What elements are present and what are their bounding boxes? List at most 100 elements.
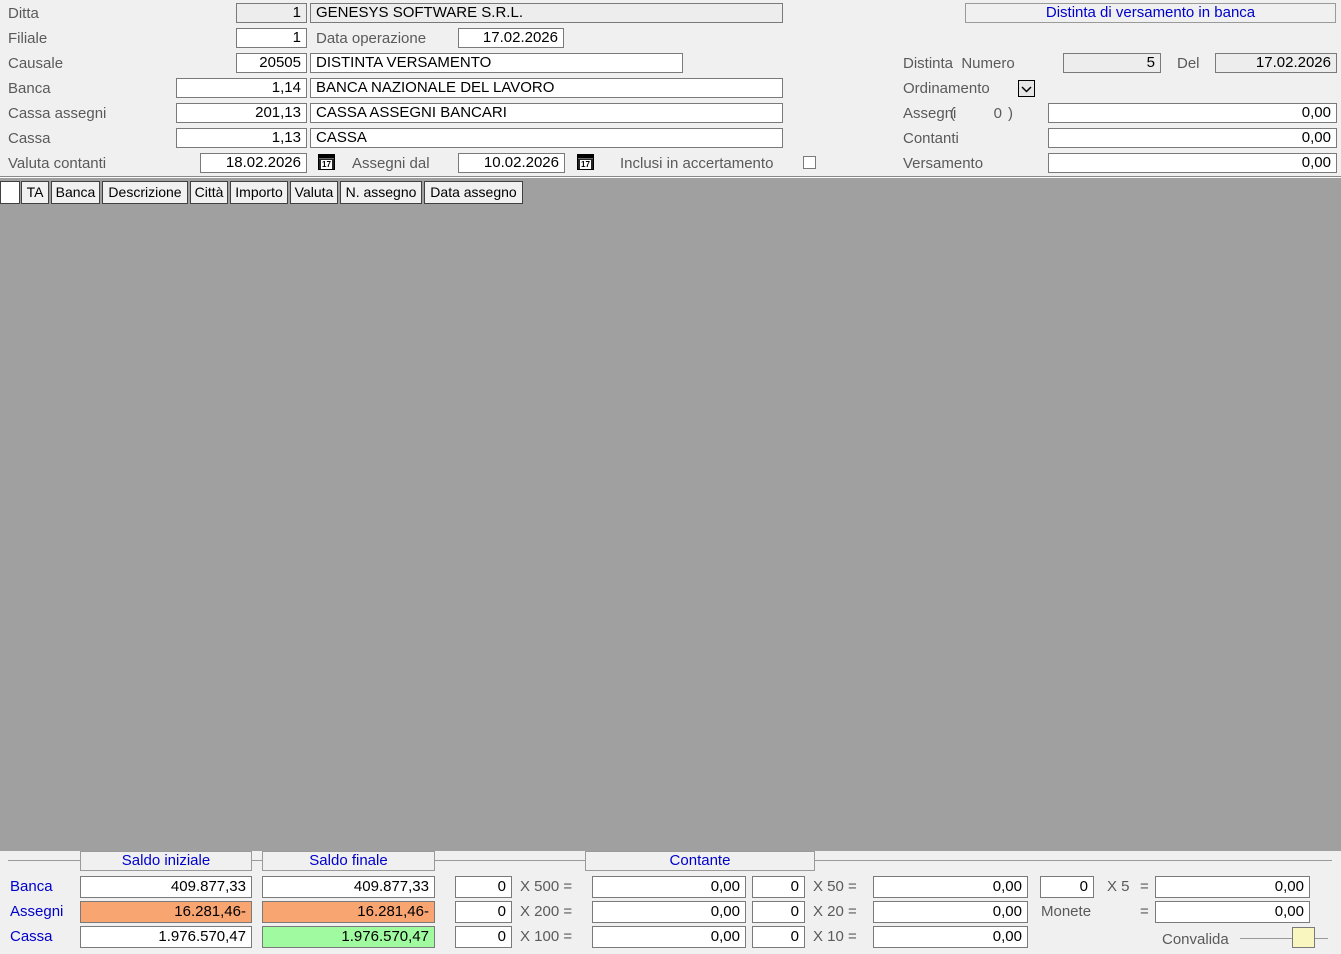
amount-field-50[interactable]: 0,00 (873, 876, 1028, 898)
convalida-line-right (1315, 938, 1328, 939)
convalida-line-left (1240, 938, 1292, 939)
amount-field-10[interactable]: 0,00 (873, 926, 1028, 948)
calendar-icon-top (578, 155, 593, 159)
denomination-label-10: X 10 = (813, 926, 857, 948)
cassa-label: Cassa (8, 129, 51, 149)
saldo-iniziale-cassa: 1.976.570,47 (80, 926, 252, 948)
saldo-row-label-cassa: Cassa (10, 926, 53, 948)
distinta-numero-field: 5 (1063, 53, 1161, 73)
filiale-code-field[interactable]: 1 (236, 28, 307, 48)
assegni-paren-open: ( (950, 104, 955, 124)
amount-field-100[interactable]: 0,00 (592, 926, 746, 948)
saldo-row-label-banca: Banca (10, 876, 53, 898)
data-operazione-field[interactable]: 17.02.2026 (458, 28, 564, 48)
monete-label: Monete (1041, 901, 1091, 923)
cassa-assegni-label: Cassa assegni (8, 104, 106, 124)
inclusi-accertamento-checkbox[interactable] (803, 156, 816, 169)
saldo-finale-header: Saldo finale (262, 851, 435, 871)
banca-name-field[interactable]: BANCA NAZIONALE DEL LAVORO (310, 78, 783, 98)
ditta-label: Ditta (8, 4, 39, 24)
distinta-numero-label: Distinta Numero (903, 54, 1015, 74)
saldo-finale-assegni: 16.281,46- (262, 901, 435, 923)
convalida-field[interactable] (1292, 927, 1315, 948)
amount-field-20[interactable]: 0,00 (873, 901, 1028, 923)
versamento-amount-field[interactable]: 0,00 (1048, 153, 1337, 173)
assegni-paren-close: ) (1008, 104, 1013, 124)
inclusi-accertamento-label: Inclusi in accertamento (620, 154, 773, 174)
count-field-100[interactable]: 0 (455, 926, 512, 948)
causale-code-field[interactable]: 20505 (236, 53, 307, 73)
calendar-icon-day: 17 (580, 160, 591, 169)
column-header-data-assegno[interactable]: Data assegno (424, 181, 523, 204)
amount-field-200[interactable]: 0,00 (592, 901, 746, 923)
valuta-contanti-date-field[interactable]: 18.02.2026 (200, 153, 307, 173)
count-field-200[interactable]: 0 (455, 901, 512, 923)
denomination-label-50: X 50 = (813, 876, 857, 898)
denomination-label-5: X 5 (1107, 876, 1130, 898)
saldo-finale-cassa: 1.976.570,47 (262, 926, 435, 948)
page-title: Distinta di versamento in banca (965, 3, 1336, 23)
denomination-label-200: X 200 = (520, 901, 572, 923)
banca-label: Banca (8, 79, 51, 99)
assegni-amount-field[interactable]: 0,00 (1048, 103, 1337, 123)
cassa-code-field[interactable]: 1,13 (176, 128, 307, 148)
contanti-amount-field[interactable]: 0,00 (1048, 128, 1337, 148)
valuta-contanti-label: Valuta contanti (8, 154, 106, 174)
denomination-label-100: X 100 = (520, 926, 572, 948)
column-header-selector[interactable] (0, 181, 20, 204)
contanti-label: Contanti (903, 129, 959, 149)
assegni-dal-label: Assegni dal (352, 154, 430, 174)
ditta-code-field: 1 (236, 3, 307, 23)
count-field-10[interactable]: 0 (752, 926, 805, 948)
causale-label: Causale (8, 54, 63, 74)
cassa-name-field[interactable]: CASSA (310, 128, 783, 148)
cassa-assegni-code-field[interactable]: 201,13 (176, 103, 307, 123)
assegni-dal-date-field[interactable]: 10.02.2026 (458, 153, 565, 173)
versamento-label: Versamento (903, 154, 983, 174)
saldo-iniziale-header: Saldo iniziale (80, 851, 252, 871)
calendar-icon[interactable]: 17 (318, 154, 335, 170)
count-field-50[interactable]: 0 (752, 876, 805, 898)
grid-body (0, 178, 1341, 851)
equals-label: = (1140, 901, 1149, 923)
saldo-iniziale-assegni: 16.281,46- (80, 901, 252, 923)
calendar-icon-day: 17 (321, 160, 332, 169)
amount-field-500[interactable]: 0,00 (592, 876, 746, 898)
column-header-valuta[interactable]: Valuta (290, 181, 338, 204)
column-header-citta[interactable]: Città (190, 181, 228, 204)
assegni-label: Assegni (903, 104, 956, 124)
saldo-finale-banca: 409.877,33 (262, 876, 435, 898)
amount-field-monete[interactable]: 0,00 (1155, 901, 1310, 923)
assegni-count: 0 (980, 104, 1002, 124)
del-label: Del (1177, 54, 1200, 74)
banca-code-field[interactable]: 1,14 (176, 78, 307, 98)
cassa-assegni-name-field[interactable]: CASSA ASSEGNI BANCARI (310, 103, 783, 123)
saldo-row-label-assegni: Assegni (10, 901, 63, 923)
chevron-down-icon (1021, 80, 1032, 97)
equals-label: = (1140, 876, 1149, 898)
column-header-ta[interactable]: TA (21, 181, 49, 204)
count-field-20[interactable]: 0 (752, 901, 805, 923)
amount-field-5[interactable]: 0,00 (1155, 876, 1310, 898)
denomination-label-500: X 500 = (520, 876, 572, 898)
denomination-label-20: X 20 = (813, 901, 857, 923)
contante-header: Contante (585, 851, 815, 871)
company-name-field: GENESYS SOFTWARE S.R.L. (310, 3, 783, 23)
convalida-label: Convalida (1162, 929, 1229, 951)
del-field: 17.02.2026 (1215, 53, 1337, 73)
column-header-banca[interactable]: Banca (51, 181, 100, 204)
column-header-importo[interactable]: Importo (230, 181, 288, 204)
filiale-label: Filiale (8, 29, 47, 49)
count-field-5[interactable]: 0 (1040, 876, 1094, 898)
column-header-descrizione[interactable]: Descrizione (102, 181, 188, 204)
ordinamento-label: Ordinamento (903, 79, 990, 99)
count-field-500[interactable]: 0 (455, 876, 512, 898)
calendar-icon[interactable]: 17 (577, 154, 594, 170)
causale-desc-field[interactable]: DISTINTA VERSAMENTO (310, 53, 683, 73)
ordinamento-checkbox[interactable] (1018, 80, 1035, 97)
data-operazione-label: Data operazione (316, 29, 426, 49)
column-header-n-assegno[interactable]: N. assegno (340, 181, 422, 204)
calendar-icon-top (319, 155, 334, 159)
distinta-versamento-window: Ditta 1 GENESYS SOFTWARE S.R.L. Distinta… (0, 0, 1341, 954)
saldo-iniziale-banca: 409.877,33 (80, 876, 252, 898)
